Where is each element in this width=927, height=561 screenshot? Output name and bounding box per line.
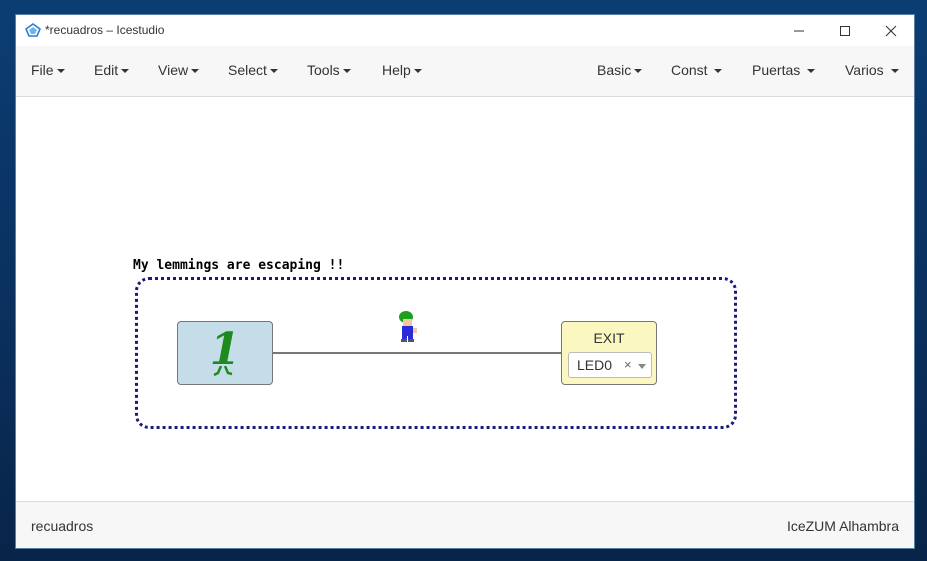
caret-down-icon: [56, 69, 65, 74]
menu-basic-label: Basic: [597, 62, 632, 78]
caret-down-icon: [890, 69, 899, 74]
menu-const-label: Const: [671, 62, 708, 78]
clear-icon[interactable]: ×: [624, 357, 632, 372]
menu-select[interactable]: Select: [228, 62, 278, 78]
menu-edit[interactable]: Edit: [94, 62, 130, 78]
wire[interactable]: [272, 352, 561, 354]
status-board[interactable]: IceZUM Alhambra: [787, 518, 899, 534]
design-canvas[interactable]: My lemmings are escaping !! 1 EXIT LED0: [16, 97, 914, 500]
icestudio-logo-icon: [25, 23, 41, 37]
menu-view[interactable]: View: [158, 62, 200, 78]
lemming-icon: [399, 311, 417, 342]
caret-down-icon: [413, 69, 422, 74]
menu-select-label: Select: [228, 62, 267, 78]
output-name: EXIT: [593, 330, 625, 346]
close-button[interactable]: [868, 15, 914, 46]
close-icon: [885, 25, 897, 36]
caret-down-icon: [269, 69, 278, 74]
minimize-button[interactable]: [776, 15, 822, 46]
menu-file-label: File: [31, 62, 54, 78]
comment-text[interactable]: My lemmings are escaping !!: [133, 258, 344, 273]
caret-down-icon: [807, 69, 816, 74]
menu-tools-label: Tools: [307, 62, 340, 78]
menu-tools[interactable]: Tools: [307, 62, 351, 78]
menu-varios-label: Varios: [845, 62, 884, 78]
menu-puertas-label: Puertas: [752, 62, 801, 78]
title-bar: *recuadros – Icestudio: [16, 15, 914, 46]
maximize-icon: [840, 25, 850, 36]
menu-bar: File Edit View Select Tools Help Basic C…: [16, 46, 914, 97]
caret-down-icon: [634, 69, 643, 74]
minimize-icon: [794, 30, 804, 31]
caret-down-icon: [342, 69, 351, 74]
menu-const[interactable]: Const: [671, 62, 723, 78]
maximize-button[interactable]: [822, 15, 868, 46]
window-title: *recuadros – Icestudio: [45, 23, 165, 37]
menu-help-label: Help: [382, 62, 411, 78]
menu-varios[interactable]: Varios: [845, 62, 899, 78]
constant-block[interactable]: 1: [177, 321, 273, 385]
caret-down-icon: [191, 69, 200, 74]
menu-puertas[interactable]: Puertas: [752, 62, 816, 78]
menu-help[interactable]: Help: [382, 62, 422, 78]
app-window: *recuadros – Icestudio File Edit View Se…: [16, 15, 914, 548]
caret-down-icon: [714, 69, 723, 74]
output-block[interactable]: EXIT LED0 ×: [561, 321, 657, 385]
caret-down-icon: [121, 69, 130, 74]
status-filename: recuadros: [31, 518, 94, 534]
menu-basic[interactable]: Basic: [597, 62, 643, 78]
menu-edit-label: Edit: [94, 62, 119, 78]
status-bar: recuadros IceZUM Alhambra: [16, 501, 914, 548]
pin-select[interactable]: LED0 ×: [568, 352, 652, 378]
menu-view-label: View: [158, 62, 189, 78]
pin-select-value: LED0: [577, 357, 613, 373]
menu-file[interactable]: File: [31, 62, 65, 78]
dropdown-arrow-icon[interactable]: [638, 364, 646, 369]
legs-icon: [213, 366, 233, 377]
